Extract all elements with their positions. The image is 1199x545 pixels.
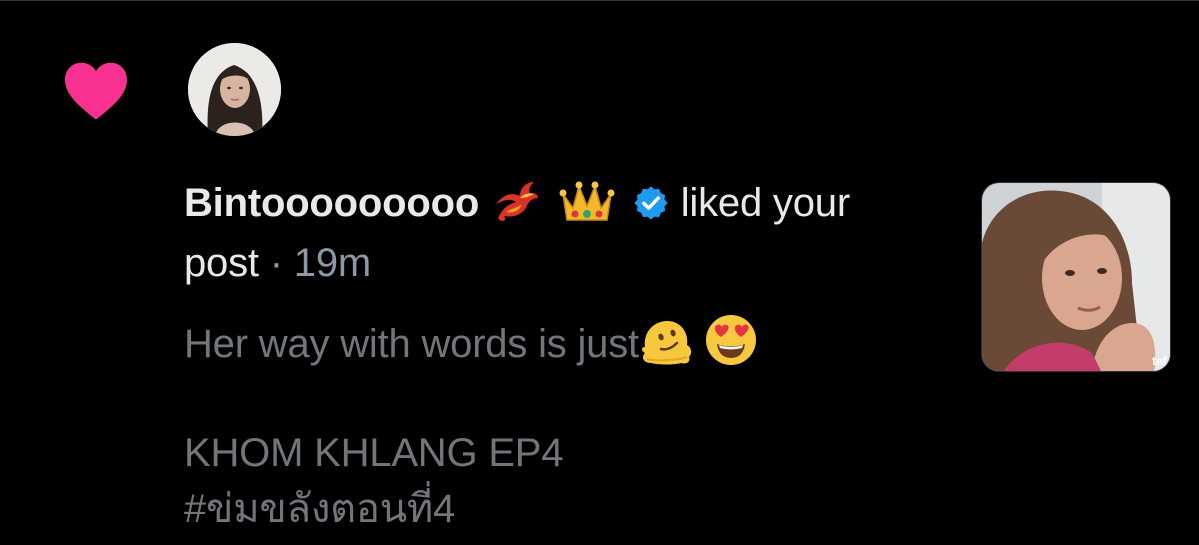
notification-meta: post · 19m: [184, 241, 371, 285]
post-text-line-1: Her way with words is just: [184, 322, 639, 366]
post-blank-line: [184, 369, 944, 425]
heart-icon: [65, 62, 127, 120]
separator: ·: [269, 241, 283, 285]
notification-headline: Bintooooooooo liked your post · 19m: [184, 173, 944, 293]
post-line-1: Her way with words is just: [184, 313, 944, 369]
phoenix-emoji-icon: [495, 182, 538, 222]
melting-face-emoji-icon: [641, 321, 692, 365]
avatar-image: [188, 43, 281, 136]
post-line-2: KHOM KHLANG EP4: [184, 431, 564, 475]
post-preview-text[interactable]: Her way with words is just KHOM KHLANG E…: [184, 313, 944, 537]
thumbnail-image: taf: [982, 183, 1170, 371]
crown-emoji-icon: [559, 181, 615, 221]
timestamp: 19m: [293, 241, 371, 285]
heart-eyes-emoji-icon: [705, 315, 756, 365]
action-text: liked your: [680, 181, 850, 225]
post-media-thumbnail[interactable]: taf: [981, 182, 1171, 372]
notification-item[interactable]: Bintooooooooo liked your post · 19m Her …: [0, 0, 1199, 545]
username-link[interactable]: Bintooooooooo: [184, 181, 479, 225]
notification-content: Bintooooooooo liked your post · 19m Her …: [184, 173, 944, 537]
verified-badge-icon[interactable]: [632, 184, 670, 222]
action-text-continued: post: [184, 241, 259, 285]
post-line-3: #ข่มขลังตอนที่4: [184, 487, 456, 531]
avatar[interactable]: [188, 43, 281, 136]
svg-text:taf: taf: [1152, 354, 1168, 368]
